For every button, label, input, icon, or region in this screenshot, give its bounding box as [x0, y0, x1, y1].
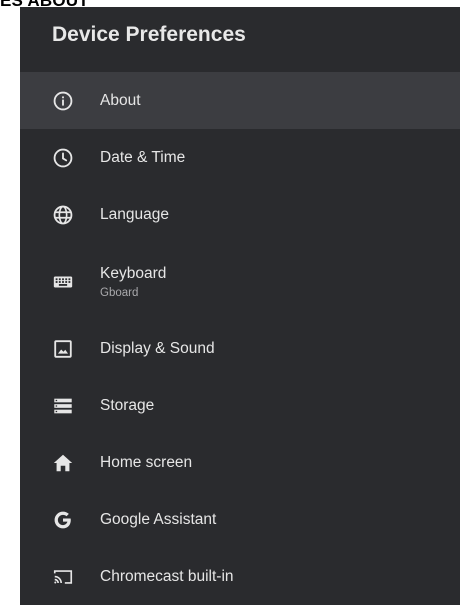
- preferences-menu: About Date & Time Language Keyboard Gboa…: [20, 72, 460, 605]
- menu-item-label: Storage: [100, 396, 155, 414]
- globe-icon: [52, 204, 74, 226]
- keyboard-icon: [52, 271, 74, 293]
- menu-item-date-time[interactable]: Date & Time: [20, 129, 460, 186]
- menu-item-google-assistant[interactable]: Google Assistant: [20, 491, 460, 548]
- screenshot-stage: ES ABOUT Device Preferences About Date &…: [0, 0, 460, 605]
- menu-item-home-screen[interactable]: Home screen: [20, 434, 460, 491]
- device-preferences-panel: Device Preferences About Date & Time Lan…: [20, 7, 460, 605]
- page-title: Device Preferences: [52, 23, 246, 46]
- google-icon: [52, 509, 74, 531]
- menu-item-label: Date & Time: [100, 148, 186, 166]
- menu-item-label: Display & Sound: [100, 339, 215, 357]
- menu-item-language[interactable]: Language: [20, 186, 460, 243]
- clock-icon: [52, 147, 74, 169]
- cast-icon: [52, 566, 74, 588]
- menu-item-label: Home screen: [100, 453, 193, 471]
- storage-icon: [52, 395, 74, 417]
- menu-item-display-sound[interactable]: Display & Sound: [20, 320, 460, 377]
- menu-item-label: About: [100, 91, 141, 109]
- image-icon: [52, 338, 74, 360]
- menu-item-chromecast-built-in[interactable]: Chromecast built-in: [20, 548, 460, 605]
- menu-item-sublabel: Gboard: [100, 286, 139, 299]
- menu-item-label: Language: [100, 205, 169, 223]
- home-icon: [52, 452, 74, 474]
- menu-item-label: Google Assistant: [100, 510, 217, 528]
- menu-item-label: Keyboard: [100, 264, 167, 282]
- info-icon: [52, 90, 74, 112]
- menu-item-label: Chromecast built-in: [100, 567, 234, 585]
- menu-item-storage[interactable]: Storage: [20, 377, 460, 434]
- menu-item-about[interactable]: About: [20, 72, 460, 129]
- menu-item-keyboard[interactable]: Keyboard Gboard: [20, 243, 460, 320]
